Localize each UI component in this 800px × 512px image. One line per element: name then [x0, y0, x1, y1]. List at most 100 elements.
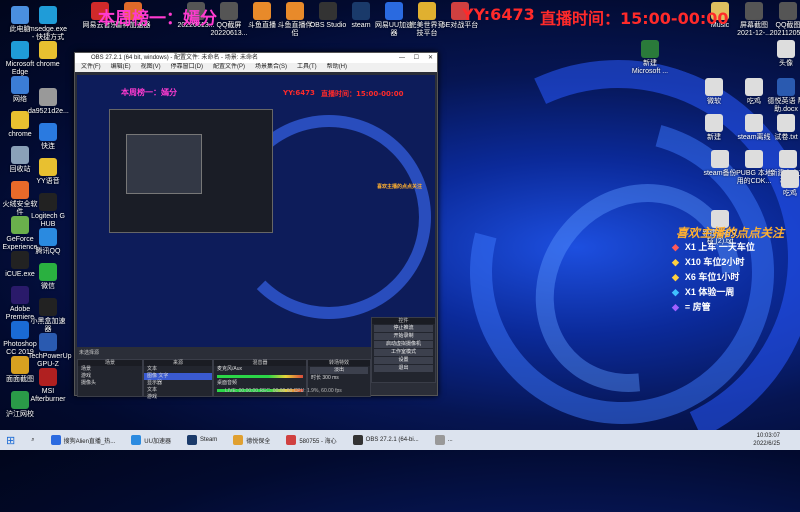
desktop-icon[interactable]: 吃鸡	[770, 170, 800, 198]
transition-select[interactable]: 淡出	[310, 367, 368, 374]
reward-label: X10 车位2小时	[684, 257, 745, 267]
obs-menu-item[interactable]: 视图(V)	[141, 63, 161, 72]
scene-item[interactable]: 摄像头	[78, 380, 142, 387]
scene-item[interactable]: 场景	[78, 366, 142, 373]
taskbar-app-label: ...	[447, 437, 453, 443]
desktop-icon[interactable]: 试卷.txt	[766, 114, 800, 142]
windows-icon: ⊞	[6, 434, 16, 447]
file-icon	[705, 114, 723, 132]
app-icon	[39, 228, 57, 246]
controls-dock: 控件 停止推流 开始录制 启动虚拟摄像机 工作室模式 设置 退出	[371, 317, 436, 383]
reward-item: ◆ X10 车位2小时	[672, 255, 755, 270]
obs-menu-item[interactable]: 编辑(E)	[111, 63, 131, 72]
obs-statusbar: LIVE: 00:00:00 REC: 00:00:00 CPU: 1.9%, …	[225, 388, 342, 394]
desktop-icon[interactable]: msedge.exe - 快捷方式	[28, 6, 68, 42]
taskbar-app[interactable]: 580755 - 海心	[280, 432, 342, 448]
reward-item: ◆ X6 车位1小时	[672, 270, 755, 285]
desktop-icon[interactable]: 微信	[28, 263, 68, 291]
source-item[interactable]: 文本	[144, 387, 212, 394]
control-button[interactable]: 工作室模式	[374, 349, 433, 356]
desktop-icon[interactable]: 微软	[694, 78, 734, 106]
desktop-icon[interactable]: 新建 Microsoft ...	[630, 40, 670, 76]
desktop-icon[interactable]: 新建	[694, 114, 734, 142]
mixer-channel-label: 桌面音频	[217, 380, 238, 386]
source-item[interactable]: 文本	[144, 366, 212, 373]
control-button[interactable]: 启动虚拟摄像机	[374, 341, 433, 348]
control-button[interactable]: 退出	[374, 365, 433, 372]
app-icon	[39, 193, 57, 211]
obs-menu-item[interactable]: 停靠窗口(D)	[171, 63, 203, 72]
duration-value[interactable]: 300 ms	[322, 375, 338, 381]
desktop-icon[interactable]: 腾讯QQ	[28, 228, 68, 256]
desktop-icon[interactable]: 小黑盒加速器	[28, 298, 68, 334]
taskbar-app-label: 580755 - 海心	[299, 438, 337, 445]
taskbar-app[interactable]: OBS 27.2.1 (64-bi...	[347, 432, 425, 448]
app-icon	[11, 251, 29, 269]
desktop-icon[interactable]: MSI Afterburner	[28, 368, 68, 404]
desktop-icon[interactable]: Logitech G HUB	[28, 193, 68, 229]
control-button[interactable]: 开始录制	[374, 333, 433, 340]
desktop-icon[interactable]: chrome	[28, 41, 68, 69]
taskbar-app[interactable]: Steam	[181, 432, 223, 448]
app-icon	[39, 88, 57, 106]
taskbar-app-label: 搜狗Alien直播_热...	[63, 438, 116, 445]
maximize-icon[interactable]: ☐	[414, 53, 419, 63]
app-icon	[50, 435, 61, 445]
app-icon	[11, 111, 29, 129]
app-icon	[11, 321, 29, 339]
app-icon	[233, 435, 244, 445]
desktop-icon[interactable]: YY语音	[28, 158, 68, 186]
desktop-icon-label: 快连	[41, 143, 55, 150]
app-icon	[286, 2, 304, 20]
obs-menu-item[interactable]: 工具(T)	[297, 63, 317, 72]
obs-window[interactable]: OBS 27.2.1 (64 bit, windows) - 配置文件: 未命名…	[74, 52, 438, 400]
desktop-icon-label: TechPowerUp GPU-Z	[28, 353, 72, 368]
taskbar-app[interactable]: 搜狗Alien直播_热...	[45, 432, 122, 448]
control-button[interactable]: 停止推流	[374, 325, 433, 332]
rank-overlay: 本周榜一：嫣分	[98, 9, 217, 29]
taskbar-app-label: OBS 27.2.1 (64-bi...	[365, 437, 419, 443]
desktop-icon[interactable]: da9521d2e...	[28, 88, 69, 116]
desktop-icon-label: 试卷.txt	[774, 134, 798, 141]
source-item[interactable]: 图像 文字	[144, 373, 212, 380]
app-icon	[39, 123, 57, 141]
taskbar-app[interactable]: 德悦保全	[227, 432, 276, 448]
obs-menu-item[interactable]: 帮助(H)	[327, 63, 347, 72]
close-icon[interactable]: ✕	[428, 53, 433, 63]
desktop-icon[interactable]: 德悦英语 帮助.docx	[766, 78, 800, 114]
source-item[interactable]: 显示器	[144, 380, 212, 387]
control-button[interactable]: 设置	[374, 357, 433, 364]
desktop-icon[interactable]: QQ截图 20211205...	[768, 2, 800, 38]
taskbar-app-label: Steam	[199, 437, 218, 443]
app-icon	[39, 6, 57, 24]
desktop-icon[interactable]: 头像	[766, 40, 800, 68]
preview-follow: 喜欢主播的点点关注	[377, 184, 423, 190]
search-icon: ⌕	[31, 436, 35, 443]
minimize-icon[interactable]: —	[399, 53, 405, 63]
app-icon	[11, 6, 29, 24]
search-button[interactable]: ⌕	[25, 432, 40, 448]
obs-titlebar[interactable]: OBS 27.2.1 (64 bit, windows) - 配置文件: 未命名…	[75, 53, 437, 63]
taskbar-app[interactable]: UU加速器	[125, 432, 177, 448]
desktop-icon-label: MSI Afterburner	[30, 388, 66, 403]
app-icon	[11, 391, 29, 409]
file-icon	[777, 78, 795, 96]
desktop-icon-label: YY语音	[36, 178, 60, 185]
source-item[interactable]: 游戏	[144, 394, 212, 401]
desktop-icon[interactable]: 快连	[28, 123, 68, 151]
reward-item: ◆ X1 体验一周	[672, 285, 755, 300]
desktop-icon[interactable]: TechPowerUp GPU-Z	[28, 333, 72, 369]
app-icon	[11, 181, 29, 199]
reward-label: X1 体验一周	[684, 287, 735, 297]
taskbar-app[interactable]: ...	[429, 432, 459, 448]
app-icon	[385, 2, 403, 20]
obs-menu-item[interactable]: 文件(F)	[81, 63, 101, 72]
scene-item[interactable]: 游戏	[78, 373, 142, 380]
app-icon	[319, 2, 337, 20]
gift-icon: ◆	[672, 302, 679, 312]
obs-menu-item[interactable]: 配置文件(P)	[213, 63, 245, 72]
tray-clock[interactable]: 10:03:07 2022/6/25	[753, 432, 800, 448]
start-button[interactable]: ⊞	[0, 432, 21, 448]
obs-menu-item[interactable]: 场景集合(S)	[255, 63, 287, 72]
obs-preview[interactable]: 本周榜一：嫣分 YY:6473 直播时间：15:00-00:00 喜欢主播的点点…	[77, 75, 435, 347]
